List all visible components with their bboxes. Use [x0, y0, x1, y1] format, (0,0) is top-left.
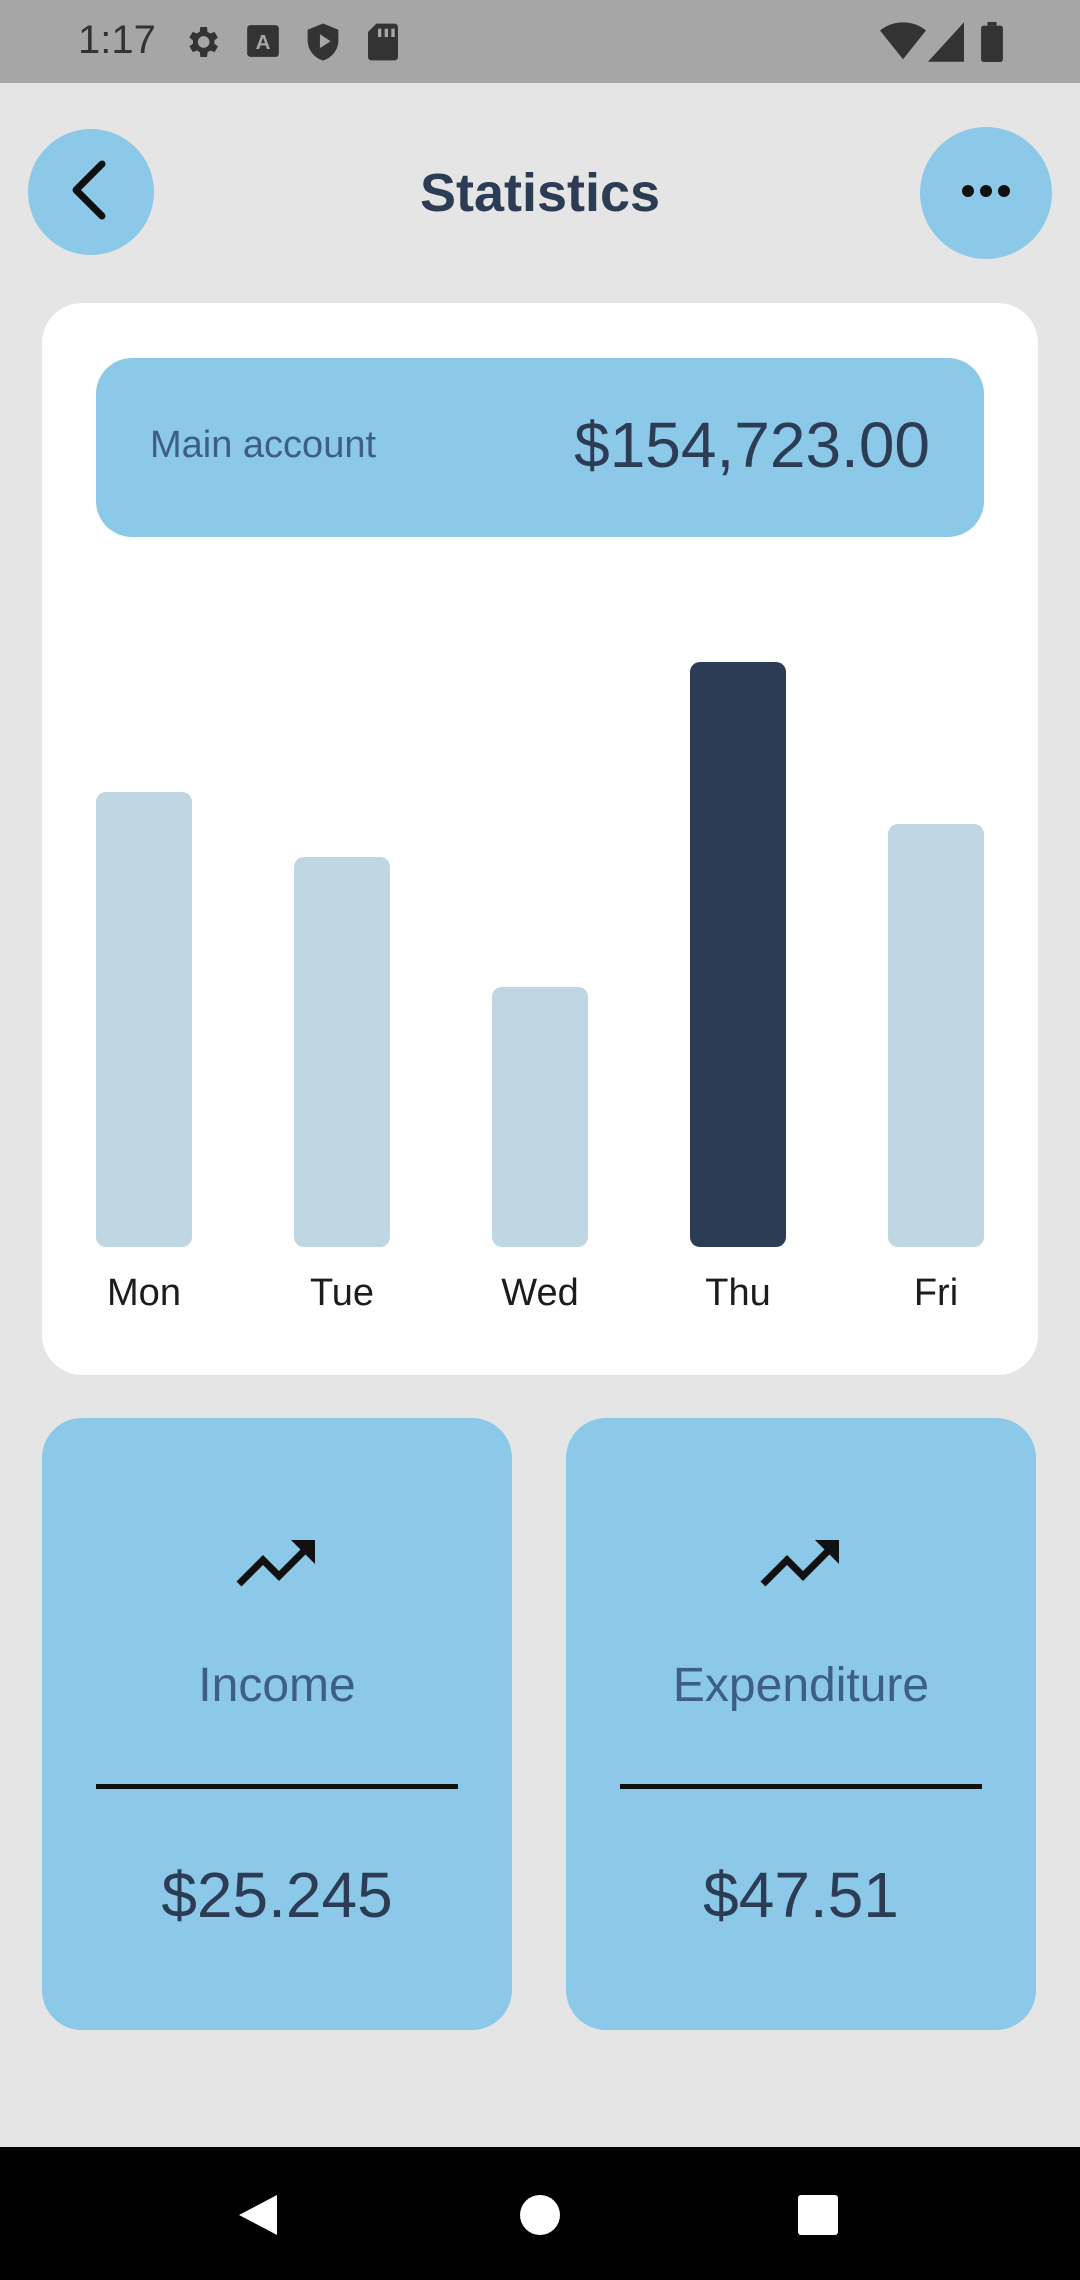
expenditure-card[interactable]: Expenditure $47.51 [566, 1418, 1036, 2030]
more-horizontal-icon [961, 184, 1011, 203]
svg-text:A: A [256, 31, 271, 54]
chart-label-fri: Fri [913, 1272, 959, 1314]
account-label: Main account [150, 424, 377, 466]
expenditure-label: Expenditure [672, 1659, 930, 1712]
income-label: Income [198, 1659, 356, 1712]
home-circle-icon [518, 2193, 562, 2242]
chart-bar-wed[interactable] [492, 987, 588, 1247]
system-nav-bar [0, 2147, 1080, 2280]
sd-card-icon [366, 22, 400, 62]
chart-bar-mon[interactable] [96, 792, 192, 1247]
more-options-button[interactable] [920, 127, 1052, 259]
chart-label-tue: Tue [309, 1272, 375, 1314]
trending-up-icon [566, 1536, 1036, 1588]
trending-up-icon [42, 1536, 512, 1588]
nav-home-button[interactable] [500, 2177, 580, 2257]
chart-bar-thu[interactable] [690, 662, 786, 1247]
chart-bar-fri[interactable] [888, 824, 984, 1247]
chart-bar-tue[interactable] [294, 857, 390, 1247]
income-card[interactable]: Income $25.245 [42, 1418, 512, 2030]
chart-label-thu: Thu [705, 1272, 771, 1314]
expenditure-divider [620, 1784, 982, 1789]
battery-icon [980, 22, 1004, 62]
nav-back-button[interactable] [218, 2177, 298, 2257]
chart-label-mon: Mon [107, 1272, 181, 1314]
main-account-panel[interactable]: Main account $154,723.00 [96, 358, 984, 537]
gear-icon [182, 22, 222, 62]
expenditure-value: $47.51 [703, 1859, 899, 1931]
income-divider [96, 1784, 458, 1789]
wifi-icon [880, 22, 926, 62]
status-bar: 1:17 A [0, 0, 1080, 83]
chart-label-wed: Wed [501, 1272, 579, 1314]
account-balance: $154,723.00 [574, 409, 930, 481]
font-icon: A [244, 22, 282, 60]
recents-square-icon [797, 2194, 839, 2241]
back-triangle-icon [235, 2192, 281, 2243]
nav-recents-button[interactable] [778, 2177, 858, 2257]
status-time: 1:17 [78, 18, 156, 62]
income-value: $25.245 [161, 1859, 393, 1931]
signal-icon [928, 22, 964, 62]
page-title: Statistics [419, 163, 661, 223]
shield-icon [304, 22, 342, 62]
